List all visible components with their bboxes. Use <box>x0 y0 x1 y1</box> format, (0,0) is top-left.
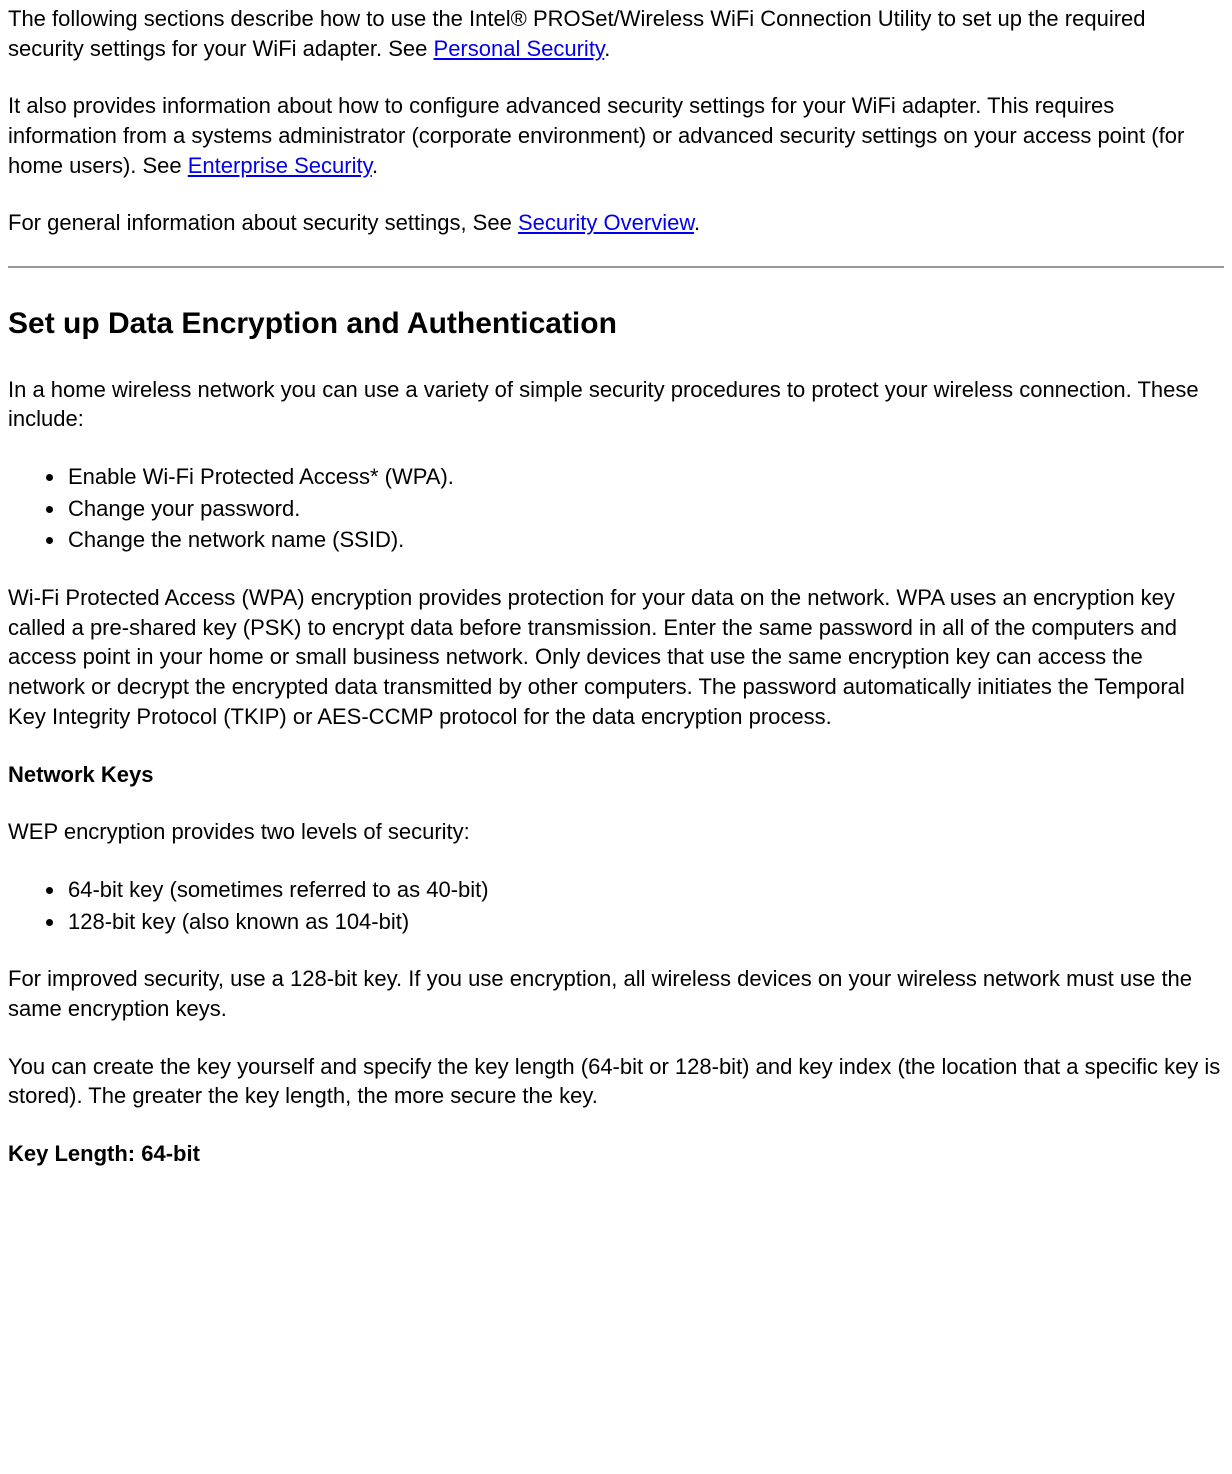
intro-p2-text-a: It also provides information about how t… <box>8 93 1184 177</box>
section-p1: In a home wireless network you can use a… <box>8 375 1224 434</box>
list-item: Change the network name (SSID). <box>66 525 1224 555</box>
list-item: Change your password. <box>66 494 1224 524</box>
wep-levels-list: 64-bit key (sometimes referred to as 40-… <box>8 875 1224 936</box>
intro-paragraph-2: It also provides information about how t… <box>8 91 1224 180</box>
list-item: 64-bit key (sometimes referred to as 40-… <box>66 875 1224 905</box>
enterprise-security-link[interactable]: Enterprise Security <box>188 153 372 178</box>
section-divider <box>8 266 1224 268</box>
list-item: Enable Wi-Fi Protected Access* (WPA). <box>66 462 1224 492</box>
network-keys-heading: Network Keys <box>8 760 1224 790</box>
intro-p3-text-b: . <box>694 210 700 235</box>
intro-p1-text-b: . <box>604 36 610 61</box>
section-p3: WEP encryption provides two levels of se… <box>8 817 1224 847</box>
personal-security-link[interactable]: Personal Security <box>434 36 605 61</box>
section-heading: Set up Data Encryption and Authenticatio… <box>8 304 1224 345</box>
section-p5: You can create the key yourself and spec… <box>8 1052 1224 1111</box>
intro-paragraph-1: The following sections describe how to u… <box>8 4 1224 63</box>
procedures-list: Enable Wi-Fi Protected Access* (WPA). Ch… <box>8 462 1224 555</box>
list-item: 128-bit key (also known as 104-bit) <box>66 907 1224 937</box>
intro-paragraph-3: For general information about security s… <box>8 208 1224 238</box>
intro-p2-text-b: . <box>372 153 378 178</box>
security-overview-link[interactable]: Security Overview <box>518 210 694 235</box>
key-length-heading: Key Length: 64-bit <box>8 1139 1224 1169</box>
section-p4: For improved security, use a 128-bit key… <box>8 964 1224 1023</box>
section-p2: Wi-Fi Protected Access (WPA) encryption … <box>8 583 1224 731</box>
intro-p3-text-a: For general information about security s… <box>8 210 518 235</box>
